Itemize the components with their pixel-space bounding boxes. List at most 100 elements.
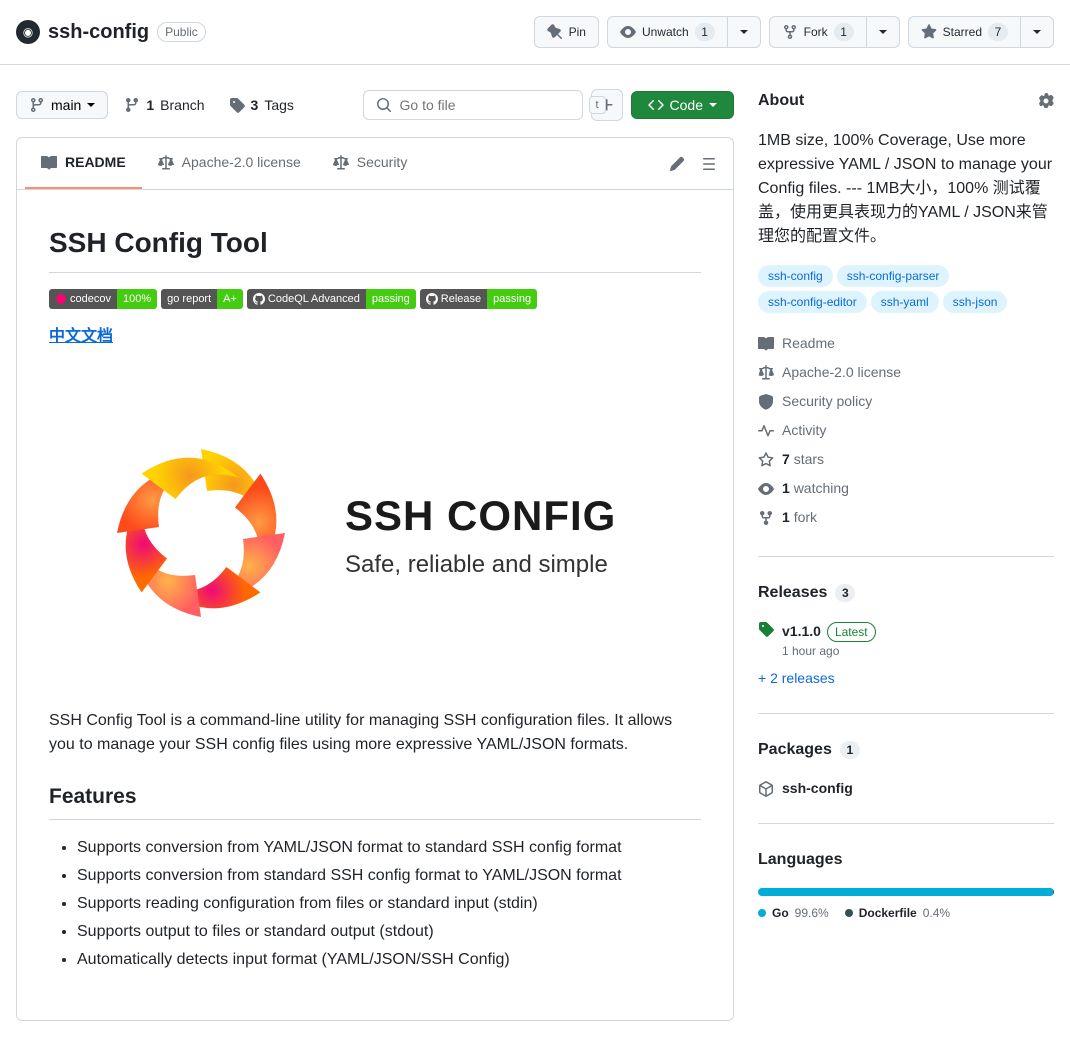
go-to-file-input[interactable]: t — [363, 90, 583, 121]
readme-title: SSH Config Tool — [49, 222, 701, 273]
topic-tag[interactable]: ssh-config-editor — [758, 291, 867, 313]
tag-icon — [229, 97, 245, 113]
topic-tag[interactable]: ssh-config — [758, 265, 833, 287]
branches-link[interactable]: 1 Branch — [116, 90, 212, 121]
law-icon — [333, 155, 349, 171]
tab-license[interactable]: Apache-2.0 license — [142, 144, 317, 183]
releases-section: Releases 3 v1.1.0 Latest 1 hour ago + 2 … — [758, 581, 1054, 714]
watch-button-group: Unwatch 1 — [607, 16, 761, 48]
pin-label: Pin — [569, 22, 586, 42]
chevron-down-icon — [87, 103, 95, 107]
law-icon — [158, 155, 174, 171]
watch-count: 1 — [695, 23, 715, 41]
eye-icon — [758, 481, 774, 497]
release-time: 1 hour ago — [782, 642, 876, 660]
edit-readme-button[interactable] — [661, 148, 693, 180]
gear-icon[interactable] — [1038, 93, 1054, 109]
watch-dropdown-button[interactable] — [728, 16, 761, 48]
latest-release[interactable]: v1.1.0 Latest 1 hour ago — [758, 621, 1054, 660]
kbd-hint: t — [589, 96, 606, 115]
chinese-doc-link[interactable]: 中文文档 — [49, 325, 113, 349]
owner-avatar[interactable]: ◉ — [16, 20, 40, 44]
branch-select-button[interactable]: main — [16, 91, 108, 119]
repo-container: main 1 Branch 3 Tags t — [0, 65, 1070, 1045]
readme-box: README Apache-2.0 license Security — [16, 137, 734, 1021]
features-heading: Features — [49, 781, 701, 820]
package-link[interactable]: ssh-config — [758, 778, 1054, 799]
languages-heading: Languages — [758, 848, 1054, 872]
feature-item: Supports reading configuration from file… — [77, 892, 701, 916]
list-icon — [701, 156, 717, 172]
meta-forks[interactable]: 1 fork — [758, 503, 1054, 532]
fork-icon — [782, 24, 798, 40]
about-meta-list: Readme Apache-2.0 license Security polic… — [758, 329, 1054, 532]
release-tag: v1.1.0 Latest — [782, 621, 876, 642]
tab-readme[interactable]: README — [25, 138, 142, 189]
brand-name: SSH CONFIG — [345, 484, 616, 547]
chevron-down-icon — [879, 30, 887, 34]
tags-link[interactable]: 3 Tags — [221, 90, 302, 121]
book-icon — [758, 336, 774, 352]
pin-button[interactable]: Pin — [534, 16, 599, 48]
features-list: Supports conversion from YAML/JSON forma… — [49, 836, 701, 972]
starred-label: Starred — [943, 22, 982, 42]
shield-badge[interactable]: go reportA+ — [161, 289, 243, 309]
packages-section: Packages 1 ssh-config — [758, 738, 1054, 824]
unwatch-button[interactable]: Unwatch 1 — [607, 16, 728, 48]
meta-activity[interactable]: Activity — [758, 416, 1054, 445]
meta-stars[interactable]: 7 stars — [758, 445, 1054, 474]
shield-badge[interactable]: Releasepassing — [420, 289, 537, 309]
packages-heading[interactable]: Packages 1 — [758, 738, 1054, 762]
language-segment — [758, 888, 1053, 896]
outline-button[interactable] — [693, 148, 725, 180]
topic-tag[interactable]: ssh-config-parser — [837, 265, 950, 287]
unwatch-label: Unwatch — [642, 22, 689, 42]
releases-heading[interactable]: Releases 3 — [758, 581, 1054, 605]
language-bar — [758, 888, 1054, 896]
latest-badge: Latest — [827, 622, 876, 642]
logo-block: SSH CONFIG Safe, reliable and simple — [49, 365, 701, 709]
pencil-icon — [669, 156, 685, 172]
language-item[interactable]: Go 99.6% — [758, 904, 829, 922]
feature-item: Automatically detects input format (YAML… — [77, 948, 701, 972]
branch-icon — [124, 97, 140, 113]
fork-button-group: Fork 1 — [769, 16, 900, 48]
feature-item: Supports conversion from standard SSH co… — [77, 864, 701, 888]
starred-button[interactable]: Starred 7 — [908, 16, 1021, 48]
meta-watching[interactable]: 1 watching — [758, 474, 1054, 503]
tab-license-label: Apache-2.0 license — [182, 152, 301, 173]
tab-security[interactable]: Security — [317, 144, 424, 183]
go-to-file-field[interactable] — [400, 97, 581, 113]
readme-tabs: README Apache-2.0 license Security — [17, 138, 733, 190]
feature-item: Supports output to files or standard out… — [77, 920, 701, 944]
code-label: Code — [670, 97, 703, 113]
about-section: About 1MB size, 100% Coverage, Use more … — [758, 89, 1054, 557]
language-item[interactable]: Dockerfile 0.4% — [845, 904, 950, 922]
brand-tagline: Safe, reliable and simple — [345, 547, 616, 583]
tag-icon — [758, 621, 774, 637]
topic-tag[interactable]: ssh-json — [943, 291, 1008, 313]
star-dropdown-button[interactable] — [1021, 16, 1054, 48]
file-navigation: main 1 Branch 3 Tags t — [16, 89, 734, 121]
shield-badge[interactable]: CodeQL Advancedpassing — [247, 289, 416, 309]
topic-tag[interactable]: ssh-yaml — [871, 291, 939, 313]
more-releases-link[interactable]: + 2 releases — [758, 670, 835, 686]
main-column: main 1 Branch 3 Tags t — [16, 89, 734, 1021]
branch-icon — [29, 97, 45, 113]
logo-image — [81, 413, 321, 653]
branches-count: 1 — [146, 95, 154, 116]
chevron-down-icon — [740, 30, 748, 34]
readme-content: SSH Config Tool codecov100%go reportA+Co… — [17, 190, 733, 1020]
code-button[interactable]: Code — [631, 91, 734, 119]
languages-section: Languages Go 99.6% Dockerfile 0.4% — [758, 848, 1054, 946]
about-heading: About — [758, 89, 1054, 113]
repo-name[interactable]: ssh-config — [48, 17, 149, 47]
fork-icon — [758, 510, 774, 526]
meta-security[interactable]: Security policy — [758, 387, 1054, 416]
shield-badge[interactable]: codecov100% — [49, 289, 157, 309]
fork-button[interactable]: Fork 1 — [769, 16, 867, 48]
pulse-icon — [758, 423, 774, 439]
meta-license[interactable]: Apache-2.0 license — [758, 358, 1054, 387]
meta-readme[interactable]: Readme — [758, 329, 1054, 358]
fork-dropdown-button[interactable] — [867, 16, 900, 48]
